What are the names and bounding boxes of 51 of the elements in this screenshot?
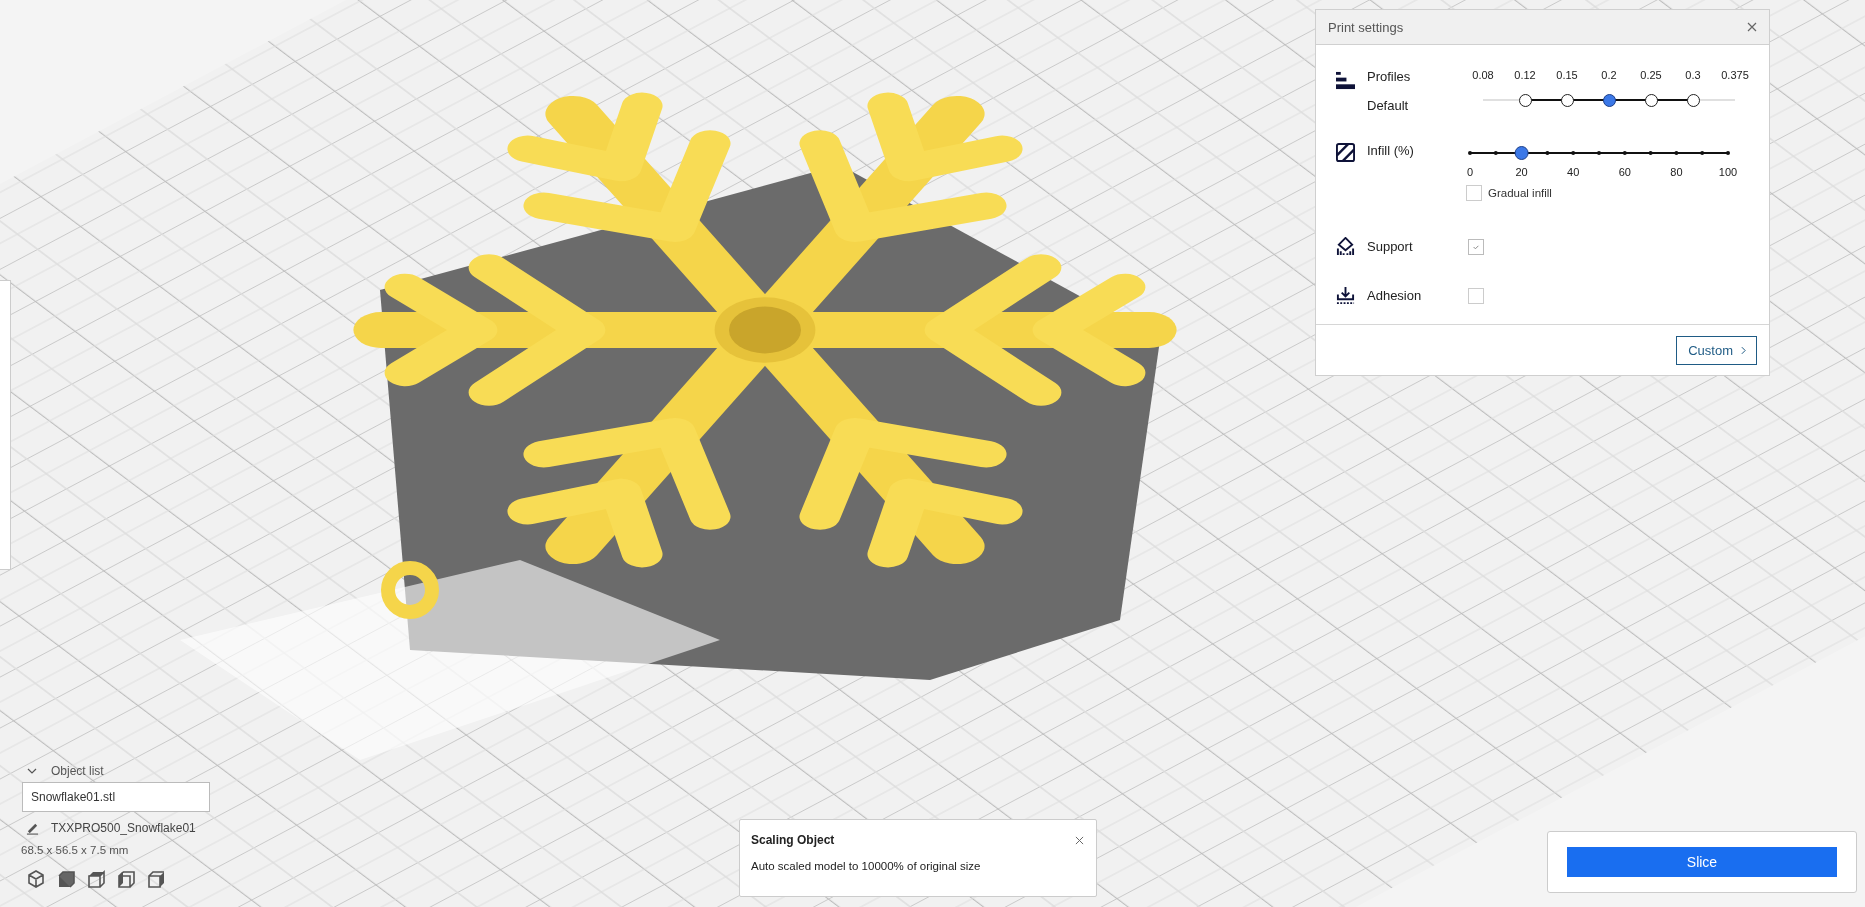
infill-label: Infill (%) (1367, 143, 1415, 158)
layer-height-stop[interactable] (1686, 94, 1700, 107)
custom-button[interactable]: Custom (1676, 335, 1757, 365)
panel-title: Print settings (1328, 19, 1404, 35)
support-label: Support (1367, 239, 1414, 254)
profiles-icon (1336, 71, 1355, 90)
slice-button[interactable]: Slice (1567, 847, 1837, 877)
layer-height-label: 0.2 (1601, 69, 1617, 81)
tick-label: 80 (1670, 166, 1683, 178)
gradual-infill-label: Gradual infill (1488, 187, 1552, 199)
tick-label: 0 (1466, 166, 1474, 178)
checkbox[interactable] (1468, 238, 1484, 255)
infill-slider-thumb[interactable] (1514, 146, 1529, 160)
tick-label: 60 (1618, 166, 1631, 178)
notification-title: Scaling Object (751, 833, 835, 847)
layer-height-stop[interactable] (1644, 94, 1658, 107)
layer-height-stop[interactable] (1602, 94, 1616, 107)
profile-name: Default (1367, 98, 1410, 113)
printer-name: TXXPRO500_Snowflake01 (51, 821, 196, 835)
layer-height-label: 0.08 (1472, 69, 1494, 81)
layer-height-stop[interactable] (1518, 94, 1532, 107)
profiles-label: Profiles (1367, 69, 1412, 84)
layer-height-label: 0.15 (1556, 69, 1578, 81)
adhesion-label: Adhesion (1367, 288, 1423, 303)
cube-icon[interactable] (146, 869, 166, 889)
object-list-title: Object list (51, 764, 104, 778)
layer-height-label: 0.12 (1514, 69, 1536, 81)
checkbox[interactable] (1466, 185, 1482, 201)
layer-height-label: 0.375 (1721, 69, 1749, 81)
tick-label: 40 (1567, 166, 1580, 178)
infill-icon (1336, 143, 1355, 162)
tick-label: 100 (1718, 166, 1738, 178)
tick-label: 20 (1515, 166, 1528, 178)
close-icon[interactable] (1075, 835, 1084, 845)
object-list-item[interactable]: Snowflake01.stl (22, 782, 210, 812)
adhesion-icon (1336, 286, 1355, 305)
cube-icon[interactable] (56, 869, 76, 889)
notification-message: Auto scaled model to 10000% of original size (751, 860, 982, 872)
cube-icon[interactable] (116, 869, 136, 889)
chevron-icon[interactable] (27, 768, 37, 774)
close-icon[interactable] (1747, 22, 1757, 32)
support-icon (1336, 237, 1355, 256)
cube-icon[interactable] (86, 869, 106, 889)
cube-icon[interactable] (26, 869, 46, 889)
pencil-icon[interactable] (26, 821, 39, 835)
checkbox[interactable] (1468, 287, 1484, 304)
layer-height-stop[interactable] (1560, 94, 1574, 107)
layer-height-label: 0.3 (1685, 69, 1701, 81)
chevron-icon (1741, 345, 1746, 355)
object-dimensions: 68.5 x 56.5 x 7.5 mm (21, 844, 130, 856)
layer-height-label: 0.25 (1640, 69, 1662, 81)
